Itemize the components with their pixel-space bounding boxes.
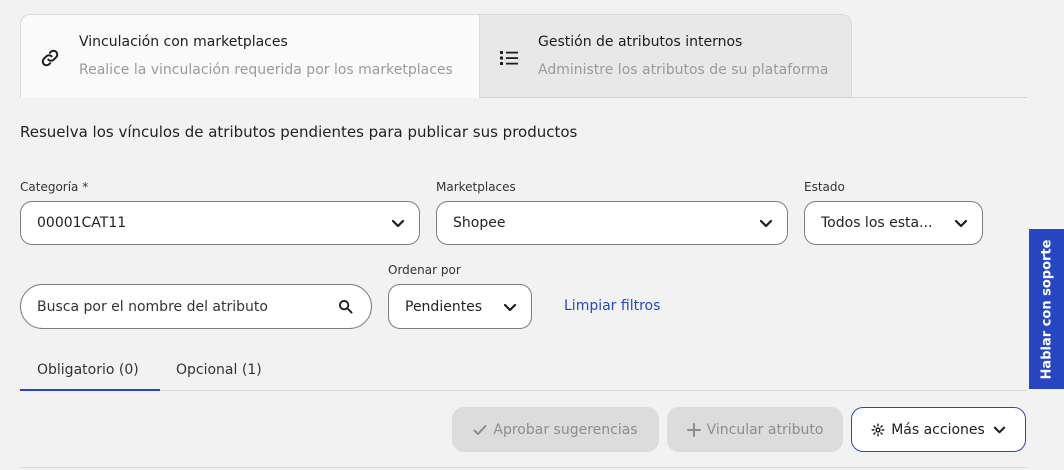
sort-label: Ordenar por	[388, 263, 461, 277]
link-attribute-button[interactable]: Vincular atributo	[667, 407, 843, 452]
tab-subtitle: Administre los atributos de su plataform…	[538, 62, 829, 78]
tab-optional[interactable]: Opcional (1)	[176, 362, 262, 378]
approve-suggestions-button[interactable]: Aprobar sugerencias	[452, 407, 659, 452]
plus-icon	[686, 422, 701, 437]
tab-title: Gestión de atributos internos	[538, 34, 743, 50]
attribute-search-box[interactable]	[20, 284, 372, 329]
tab-required[interactable]: Obligatorio (0)	[37, 362, 139, 378]
requirement-tabs: Obligatorio (0) Opcional (1)	[20, 352, 1027, 391]
support-label: Hablar con soporte	[1039, 239, 1055, 379]
search-icon[interactable]	[338, 299, 353, 314]
page-root: Vinculación con marketplaces Realice la …	[0, 0, 1064, 470]
support-chat-tab[interactable]: Hablar con soporte	[1029, 229, 1064, 389]
tab-marketplace-text: Vinculación con marketplaces Realice la …	[79, 33, 453, 79]
chevron-down-icon	[503, 303, 517, 311]
chevron-down-icon	[391, 219, 405, 228]
status-label: Estado	[804, 180, 845, 194]
link-icon	[39, 47, 61, 69]
category-select[interactable]: 00001CAT11	[20, 201, 420, 245]
content-divider	[20, 467, 1027, 468]
tab-internal-text: Gestión de atributos internos Administre…	[538, 33, 829, 79]
tab-title: Vinculación con marketplaces	[79, 34, 288, 50]
chevron-down-icon	[759, 219, 773, 228]
chevron-down-icon	[954, 219, 968, 228]
top-tabs: Vinculación con marketplaces Realice la …	[20, 14, 852, 98]
status-select[interactable]: Todos los esta...	[804, 201, 983, 245]
category-value: 00001CAT11	[37, 215, 127, 231]
attribute-search-input[interactable]	[37, 298, 338, 315]
status-value: Todos los esta...	[821, 215, 933, 231]
link-attribute-label: Vincular atributo	[706, 421, 824, 438]
tab-marketplace-linking[interactable]: Vinculación con marketplaces Realice la …	[20, 14, 480, 98]
tab-internal-attributes[interactable]: Gestión de atributos internos Administre…	[480, 14, 852, 98]
sort-value: Pendientes	[405, 298, 483, 315]
marketplaces-label: Marketplaces	[436, 180, 516, 194]
category-label: Categoría *	[20, 180, 89, 194]
gear-icon	[871, 422, 885, 437]
more-actions-button[interactable]: Más acciones	[851, 407, 1026, 452]
chevron-down-icon	[993, 426, 1005, 434]
sort-select[interactable]: Pendientes	[388, 284, 532, 329]
approve-suggestions-label: Aprobar sugerencias	[493, 421, 638, 438]
tabs-divider	[480, 97, 1027, 98]
list-icon	[498, 47, 520, 69]
marketplaces-value: Shopee	[453, 215, 506, 231]
more-actions-label: Más acciones	[891, 421, 985, 438]
marketplaces-select[interactable]: Shopee	[436, 201, 788, 245]
clear-filters-link[interactable]: Limpiar filtros	[564, 298, 660, 314]
intro-text: Resuelva los vínculos de atributos pendi…	[20, 123, 578, 141]
active-tab-indicator	[20, 389, 160, 391]
check-icon	[473, 423, 487, 437]
tab-subtitle: Realice la vinculación requerida por los…	[79, 62, 453, 78]
